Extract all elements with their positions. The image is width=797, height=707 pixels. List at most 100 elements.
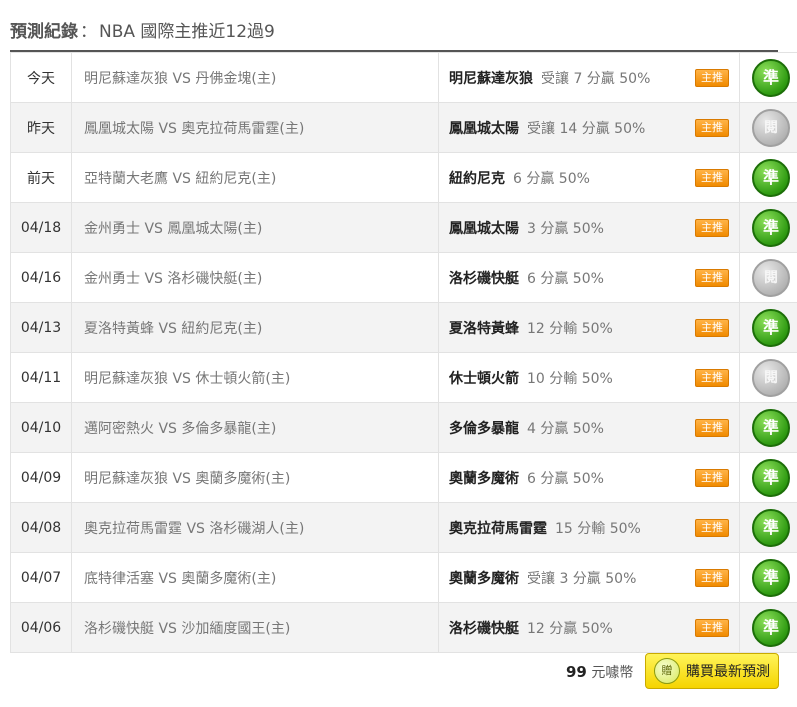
pick-team: 奧蘭多魔術: [449, 470, 519, 487]
featured-badge: 主推: [695, 418, 729, 437]
row-date: 04/13: [10, 302, 72, 353]
green-seal-icon: 準: [752, 158, 790, 197]
pick-odds: 12 分輸 50%: [527, 320, 613, 337]
title-summary: NBA 國際主推近12過9: [99, 22, 275, 42]
pick-team: 洛杉磯快艇: [449, 620, 519, 637]
title-label: 預測紀錄: [10, 22, 78, 42]
featured-badge: 主推: [695, 518, 729, 537]
pick-odds: 6 分贏 50%: [513, 170, 590, 187]
row-date: 04/10: [10, 402, 72, 453]
pick-team: 鳳凰城太陽: [449, 220, 519, 237]
pick-odds: 受讓 7 分贏 50%: [541, 70, 651, 87]
row-date: 04/18: [10, 202, 72, 253]
row-date: 今天: [10, 52, 72, 103]
records-table: 今天 明尼蘇達灰狼 VS 丹佛金塊(主) 明尼蘇達灰狼 受讓 7 分贏 50% 主推準昨…: [10, 52, 797, 653]
row-match: 夏洛特黃蜂 VS 紐約尼克(主): [71, 302, 439, 353]
row-result: 準: [739, 602, 797, 653]
row-match: 明尼蘇達灰狼 VS 丹佛金塊(主): [71, 52, 439, 103]
row-match: 金州勇士 VS 洛杉磯快艇(主): [71, 252, 439, 303]
row-result: 閱: [739, 102, 797, 153]
row-pick: 鳳凰城太陽 3 分贏 50% 主推: [438, 202, 740, 253]
table-row: 今天 明尼蘇達灰狼 VS 丹佛金塊(主) 明尼蘇達灰狼 受讓 7 分贏 50% 主推 準: [10, 52, 797, 103]
row-match: 邁阿密熱火 VS 多倫多暴龍(主): [71, 402, 439, 453]
buy-button-label: 購買最新預測: [686, 664, 770, 680]
table-row: 04/13 夏洛特黃蜂 VS 紐約尼克(主) 夏洛特黃蜂 12 分輸 50% 主推 準: [10, 302, 797, 353]
row-result: 閱: [739, 352, 797, 403]
row-match: 鳳凰城太陽 VS 奧克拉荷馬雷霆(主): [71, 102, 439, 153]
row-date: 04/09: [10, 452, 72, 503]
green-seal-icon: 準: [752, 208, 790, 247]
featured-badge: 主推: [695, 368, 729, 387]
row-date: 04/16: [10, 252, 72, 303]
pick-odds: 4 分贏 50%: [527, 420, 604, 437]
pick-team: 夏洛特黃蜂: [449, 320, 519, 337]
row-pick: 休士頓火箭 10 分輸 50% 主推: [438, 352, 740, 403]
featured-badge: 主推: [695, 568, 729, 587]
row-match: 明尼蘇達灰狼 VS 休士頓火箭(主): [71, 352, 439, 403]
row-date: 前天: [10, 152, 72, 203]
green-seal-icon: 準: [752, 408, 790, 447]
pick-odds: 受讓 3 分贏 50%: [527, 570, 637, 587]
price-label: 99 元噱幣: [566, 662, 633, 682]
row-pick: 鳳凰城太陽 受讓 14 分贏 50% 主推: [438, 102, 740, 153]
table-row: 04/11 明尼蘇達灰狼 VS 休士頓火箭(主) 休士頓火箭 10 分輸 50% 主推 閱: [10, 352, 797, 403]
row-date: 04/07: [10, 552, 72, 603]
pick-odds: 12 分贏 50%: [527, 620, 613, 637]
pick-team: 紐約尼克: [449, 170, 505, 187]
pick-team: 休士頓火箭: [449, 370, 519, 387]
row-match: 明尼蘇達灰狼 VS 奧蘭多魔術(主): [71, 452, 439, 503]
row-match: 金州勇士 VS 鳳凰城太陽(主): [71, 202, 439, 253]
featured-badge: 主推: [695, 168, 729, 187]
row-result: 準: [739, 302, 797, 353]
row-result: 準: [739, 52, 797, 103]
row-pick: 洛杉磯快艇 6 分贏 50% 主推: [438, 252, 740, 303]
row-result: 準: [739, 502, 797, 553]
row-pick: 洛杉磯快艇 12 分贏 50% 主推: [438, 602, 740, 653]
row-pick: 紐約尼克 6 分贏 50% 主推: [438, 152, 740, 203]
green-seal-icon: 準: [752, 558, 790, 597]
featured-badge: 主推: [695, 218, 729, 237]
featured-badge: 主推: [695, 118, 729, 137]
row-pick: 奧克拉荷馬雷霆 15 分輸 50% 主推: [438, 502, 740, 553]
row-match: 洛杉磯快艇 VS 沙加緬度國王(主): [71, 602, 439, 653]
pick-team: 多倫多暴龍: [449, 420, 519, 437]
pick-odds: 10 分輸 50%: [527, 370, 613, 387]
pick-team: 鳳凰城太陽: [449, 120, 519, 137]
table-row: 04/10 邁阿密熱火 VS 多倫多暴龍(主) 多倫多暴龍 4 分贏 50% 主推 準: [10, 402, 797, 453]
row-pick: 夏洛特黃蜂 12 分輸 50% 主推: [438, 302, 740, 353]
table-row: 04/09 明尼蘇達灰狼 VS 奧蘭多魔術(主) 奧蘭多魔術 6 分贏 50% 主推 準: [10, 452, 797, 503]
pick-odds: 6 分贏 50%: [527, 470, 604, 487]
row-date: 04/06: [10, 602, 72, 653]
featured-badge: 主推: [695, 618, 729, 637]
pick-odds: 受讓 14 分贏 50%: [527, 120, 646, 137]
table-row: 昨天 鳳凰城太陽 VS 奧克拉荷馬雷霆(主) 鳳凰城太陽 受讓 14 分贏 50% 主推…: [10, 102, 797, 153]
gift-icon: 贈: [654, 658, 680, 684]
table-row: 前天 亞特蘭大老鷹 VS 紐約尼克(主) 紐約尼克 6 分贏 50% 主推 準: [10, 152, 797, 203]
row-result: 準: [739, 452, 797, 503]
table-row: 04/16 金州勇士 VS 洛杉磯快艇(主) 洛杉磯快艇 6 分贏 50% 主推 閱: [10, 252, 797, 303]
price-number: 99: [566, 663, 587, 681]
row-match: 亞特蘭大老鷹 VS 紐約尼克(主): [71, 152, 439, 203]
grey-seal-icon: 閱: [752, 258, 790, 297]
row-date: 04/08: [10, 502, 72, 553]
grey-seal-icon: 閱: [752, 108, 790, 147]
row-pick: 奧蘭多魔術 受讓 3 分贏 50% 主推: [438, 552, 740, 603]
green-seal-icon: 準: [752, 608, 790, 647]
pick-team: 奧克拉荷馬雷霆: [449, 520, 547, 537]
table-row: 04/06 洛杉磯快艇 VS 沙加緬度國王(主) 洛杉磯快艇 12 分贏 50% 主推 準: [10, 602, 797, 653]
row-match: 奧克拉荷馬雷霆 VS 洛杉磯湖人(主): [71, 502, 439, 553]
featured-badge: 主推: [695, 68, 729, 87]
row-result: 準: [739, 152, 797, 203]
table-row: 04/07 底特律活塞 VS 奧蘭多魔術(主) 奧蘭多魔術 受讓 3 分贏 50% 主推…: [10, 552, 797, 603]
pick-team: 洛杉磯快艇: [449, 270, 519, 287]
row-pick: 奧蘭多魔術 6 分贏 50% 主推: [438, 452, 740, 503]
grey-seal-icon: 閱: [752, 358, 790, 397]
row-date: 昨天: [10, 102, 72, 153]
title-separator: ：: [80, 22, 97, 42]
row-result: 準: [739, 202, 797, 253]
page-title: 預測紀錄： NBA 國際主推近12過9: [10, 17, 275, 42]
buy-latest-prediction-button[interactable]: 贈 購買最新預測: [645, 653, 779, 689]
table-row: 04/18 金州勇士 VS 鳳凰城太陽(主) 鳳凰城太陽 3 分贏 50% 主推 準: [10, 202, 797, 253]
green-seal-icon: 準: [752, 308, 790, 347]
pick-team: 明尼蘇達灰狼: [449, 70, 533, 87]
